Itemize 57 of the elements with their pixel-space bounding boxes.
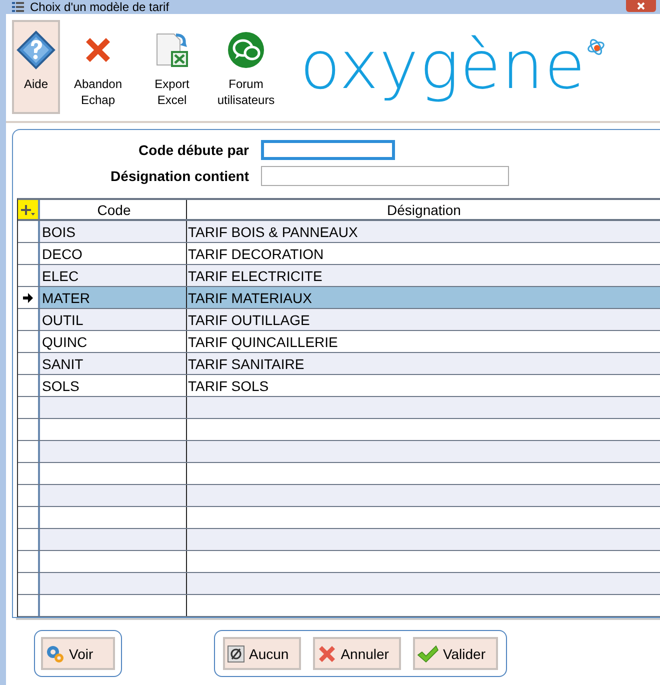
table-row[interactable]: QUINC TARIF QUINCAILLERIE	[18, 331, 660, 353]
table-cell: DECO	[40, 243, 187, 264]
action-button[interactable]: Voir	[41, 637, 115, 670]
table-cell: BOIS	[40, 221, 187, 242]
row-selector-cell[interactable]	[18, 265, 40, 286]
table-cell-text: TARIF OUTILLAGE	[187, 310, 311, 330]
input-field[interactable]	[261, 166, 509, 186]
table-cell-text: TARIF BOIS & PANNEAUX	[187, 222, 359, 242]
window-title: Choix d'un modèle de tarif	[30, 1, 170, 13]
current-row-arrow-icon	[23, 292, 33, 302]
toolbar-button[interactable]: Aide	[12, 20, 60, 114]
table-row[interactable]: SANIT TARIF SANITAIRE	[18, 353, 660, 375]
action-button[interactable]: Valider	[412, 637, 498, 670]
table-cell-text: TARIF QUINCAILLERIE	[187, 332, 339, 352]
table-cell: QUINC	[40, 331, 187, 352]
field-label: Désignation contient	[110, 168, 249, 184]
table-cell-text: TARIF SOLS	[187, 376, 270, 396]
table-cell-text: TARIF SANITAIRE	[187, 354, 306, 374]
close-icon	[635, 2, 647, 10]
table-row[interactable]: SOLS TARIF SOLS	[18, 375, 660, 397]
gears-icon	[45, 644, 65, 664]
table-cell: SOLS	[40, 375, 187, 396]
toolbar-button[interactable]: Forum utilisateurs	[210, 20, 282, 114]
column-header[interactable]: Désignation	[187, 200, 660, 219]
table-row[interactable]: DECO TARIF DECORATION	[18, 243, 660, 265]
row-selector-cell[interactable]	[18, 309, 40, 330]
row-selector-cell[interactable]	[18, 353, 40, 374]
close-icon	[316, 644, 337, 664]
table-cell-text: TARIF DECORATION	[187, 244, 325, 264]
row-selector-cell[interactable]	[18, 287, 40, 308]
action-button[interactable]: Annuler	[312, 637, 401, 670]
table-cell: ELEC	[40, 265, 187, 286]
action-button[interactable]: Aucun	[223, 637, 301, 670]
table-cell: MATER	[40, 287, 187, 308]
column-header[interactable]: Code	[40, 200, 187, 219]
checkmark-icon	[416, 644, 439, 662]
toolbar-button[interactable]: Export Excel	[136, 20, 208, 114]
row-selector-cell[interactable]	[18, 221, 40, 242]
table-row[interactable]: OUTIL TARIF OUTILLAGE	[18, 309, 660, 331]
logo-text: oxygène	[300, 26, 586, 106]
table-row[interactable]: BOIS TARIF BOIS & PANNEAUX	[18, 221, 660, 243]
column-chooser-icon[interactable]	[18, 200, 40, 219]
field-label: Code débute par	[138, 142, 249, 158]
close-button[interactable]	[626, 0, 656, 12]
table-row[interactable]: ELEC TARIF ELECTRICITE	[18, 265, 660, 287]
list-icon	[12, 0, 24, 14]
atom-icon	[586, 36, 606, 58]
input-field[interactable]	[261, 140, 395, 160]
table-cell-text: TARIF MATERIAUX	[187, 288, 313, 308]
table-row[interactable]: MATER TARIF MATERIAUX	[18, 287, 660, 309]
table-cell: SANIT	[40, 353, 187, 374]
toolbar-button[interactable]: Abandon Echap	[62, 20, 134, 114]
table-cell: OUTIL	[40, 309, 187, 330]
empty-set-icon	[227, 644, 245, 662]
chat-bubbles-icon	[227, 30, 265, 70]
table-cell-text: TARIF ELECTRICITE	[187, 266, 324, 286]
help-icon	[16, 30, 56, 70]
